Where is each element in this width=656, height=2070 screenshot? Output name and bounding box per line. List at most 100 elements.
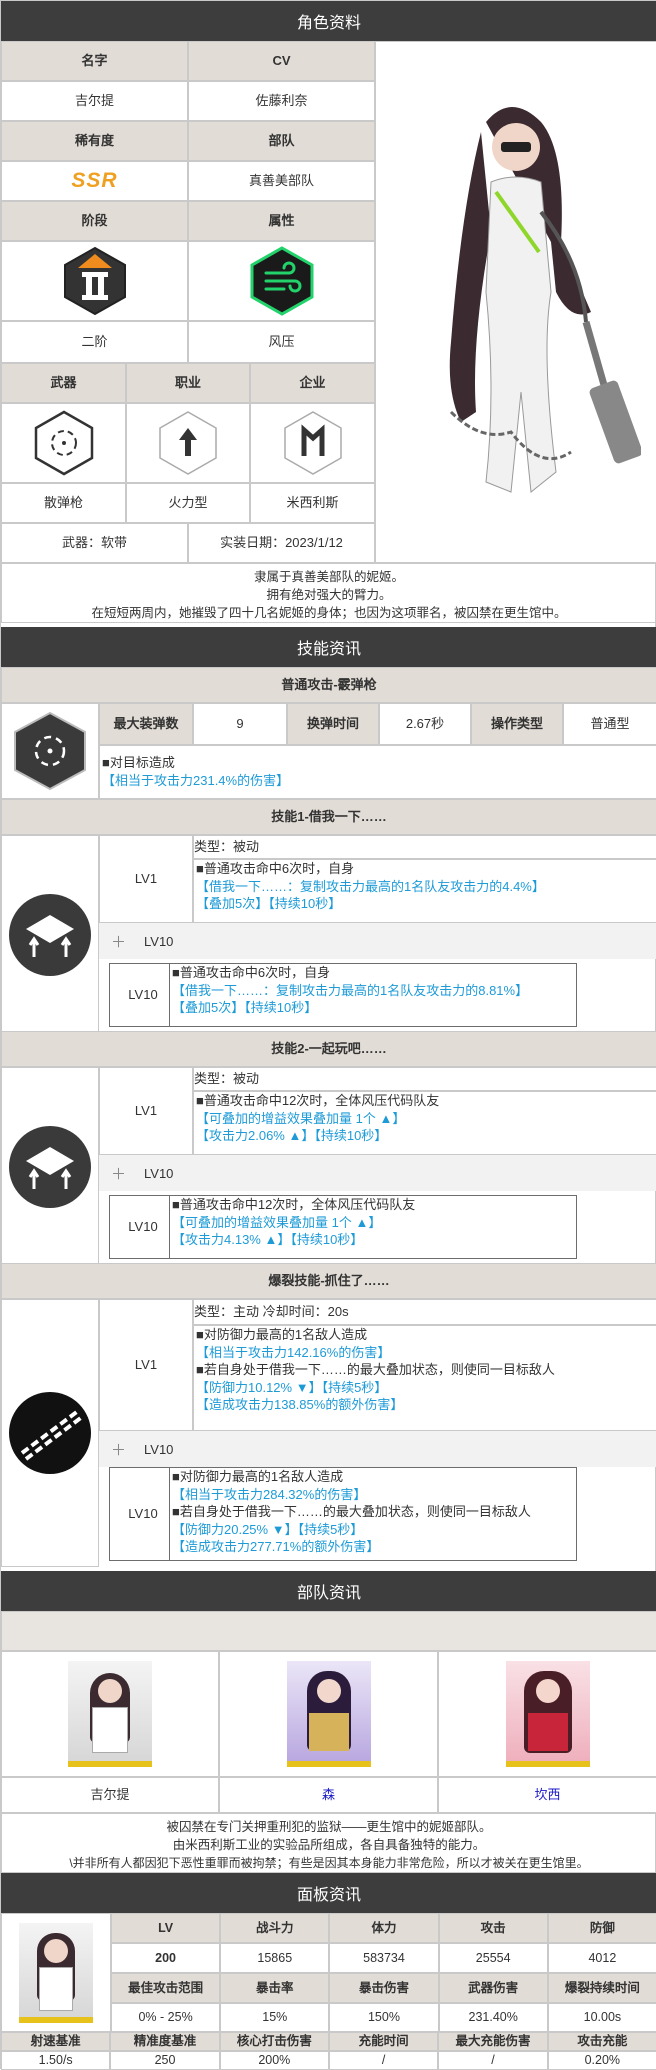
panel-portrait-cell (1, 1913, 111, 2032)
skill1-b1: ■普通攻击命中6次时，自身 (172, 965, 331, 980)
normal-effect-line-2: 【相当于攻击力231.4%的伤害】 (102, 773, 290, 788)
stat-header: 防御 (547, 1913, 656, 1943)
member-card-3[interactable] (438, 1651, 656, 1777)
stat-header: 攻击充能 (547, 2032, 656, 2051)
burst-b1: ■对防御力最高的1名敌人造成 (172, 1469, 344, 1484)
corp-header: 企业 (250, 363, 375, 403)
team-desc-1: 被囚禁在专门关押重刑犯的监狱——更生馆中的妮姬部队。 (166, 1820, 492, 1834)
burst-icon-cell (1, 1299, 99, 1567)
team-description: 被囚禁在专门关押重刑犯的监狱——更生馆中的妮姬部队。 由米西利斯工业的实验品所组… (1, 1813, 656, 1873)
skill1-a3: 【叠加5次】【持续10秒】 (196, 896, 342, 912)
skill1-a2: 【借我一下……：复制攻击力最高的1名队友攻击力的4.4%】 (196, 878, 545, 894)
stat-header: 射速基准 (1, 2032, 111, 2051)
character-illustration (449, 107, 641, 493)
skill1-b2: 【借我一下……：复制攻击力最高的1名队友攻击力的8.81%】 (172, 982, 529, 998)
stat-value: 150% (329, 2003, 439, 2032)
stat-header: 攻击 (438, 1913, 548, 1943)
member-card-1[interactable] (1, 1651, 219, 1777)
member-name-2[interactable]: 森 (219, 1777, 438, 1813)
job-icon-cell (126, 403, 250, 483)
skill1-lv10-toggle[interactable]: ＋ LV10 (99, 923, 656, 959)
expand-icon: ＋ (111, 933, 127, 951)
attribute-value: 风压 (188, 321, 375, 363)
stat-value: 231.40% (438, 2003, 548, 2032)
member-card-2[interactable] (219, 1651, 438, 1777)
skill2-lv10-toggle-label: LV10 (144, 1165, 174, 1181)
burst-lv1-effect: ■对防御力最高的1名敌人造成 【相当于攻击力142.16%的伤害】 ■若自身处于… (193, 1325, 656, 1431)
expand-icon: ＋ (111, 1441, 127, 1459)
skill1-lv1-label: LV1 (99, 835, 193, 923)
normal-attack-icon-cell (1, 703, 99, 799)
skill1-lv10-toggle-label: LV10 (144, 933, 174, 949)
operation-value: 普通型 (563, 703, 656, 745)
skill2-title: 技能2-一起玩吧…… (1, 1031, 656, 1067)
arm-weapon: 武器：软带 (1, 523, 188, 563)
desc-line-3: 在短短两周内，她摧毁了四十几名妮姬的身体；也因为这项罪名，被囚禁在更生馆中。 (91, 606, 567, 620)
stat-header: LV (111, 1913, 221, 1943)
stat-value: 4012 (547, 1943, 656, 1973)
copy-buff-icon (9, 894, 91, 976)
name-value: 吉尔提 (1, 81, 188, 121)
burst-lv10-toggle[interactable]: ＋ LV10 (99, 1431, 656, 1467)
release-date: 实装日期：2023/1/12 (188, 523, 375, 563)
character-page: 角色资料 名字 CV 吉尔提 佐藤利奈 稀有度 部队 SSR 真善美部队 阶段 … (0, 0, 656, 2070)
attribute-icon-cell (188, 241, 375, 321)
stat-value: 250 (110, 2051, 220, 2070)
skill2-a1: ■普通攻击命中12次时，全体风压代码队友 (196, 1093, 440, 1108)
skill2-a2: 【可叠加的增益效果叠加量 1个 ▲】 (196, 1110, 406, 1126)
desc-line-1: 隶属于真善美部队的妮姬。 (253, 570, 404, 584)
chain-icon (9, 1392, 91, 1474)
desc-line-2: 拥有绝对强大的臂力。 (266, 588, 392, 602)
burst-type: 类型：主动 冷却时间：20s (193, 1299, 656, 1325)
stat-value: 583734 (329, 1943, 439, 1973)
stat-header: 核心打击伤害 (219, 2032, 329, 2051)
skills-title: 技能资讯 (1, 627, 656, 667)
skill1-lv10-effect: ■普通攻击命中6次时，自身 【借我一下……：复制攻击力最高的1名队友攻击力的8.… (169, 963, 577, 1027)
profile-title: 角色资料 (1, 1, 656, 41)
panel-portrait (19, 1922, 93, 2023)
member-name-3[interactable]: 坎西 (438, 1777, 656, 1813)
normal-attack-title: 普通攻击-霰弹枪 (1, 667, 656, 703)
stat-header: 战斗力 (220, 1913, 330, 1943)
profile-description: 隶属于真善美部队的妮姬。 拥有绝对强大的臂力。 在短短两周内，她摧毁了四十几名妮… (1, 563, 656, 623)
corp-value: 米西利斯 (250, 483, 375, 523)
weapon-value: 散弹枪 (1, 483, 126, 523)
skill1-lv1-effect: ■普通攻击命中6次时，自身 【借我一下……：复制攻击力最高的1名队友攻击力的4.… (193, 859, 656, 923)
burst-b5: 【造成攻击力277.71%的额外伤害】 (172, 1539, 380, 1555)
expand-icon: ＋ (111, 1165, 127, 1183)
burst-a3: ■若自身处于借我一下……的最大叠加状态，则使同一目标敌人 (196, 1362, 555, 1378)
ammo-value: 9 (193, 703, 287, 745)
member-portrait-2 (286, 1661, 371, 1767)
operation-header: 操作类型 (471, 703, 563, 745)
rarity-cell: SSR (1, 161, 188, 201)
panel-title: 面板资讯 (1, 1873, 656, 1913)
corp-icon-cell (250, 403, 375, 483)
stat-header: 武器伤害 (438, 1973, 548, 2003)
skill1-icon-cell (1, 835, 99, 1035)
skill1-b3: 【叠加5次】【持续10秒】 (172, 1000, 318, 1016)
skill2-lv10-effect: ■普通攻击命中12次时，全体风压代码队友 【可叠加的增益效果叠加量 1个 ▲】 … (169, 1195, 577, 1259)
skill1-title: 技能1-借我一下…… (1, 799, 656, 835)
burst-b4: 【防御力20.25% ▼】【持续5秒】 (172, 1521, 364, 1537)
wind-icon (250, 246, 313, 316)
member-name-1: 吉尔提 (1, 1777, 219, 1813)
character-portrait (375, 41, 656, 563)
skill2-lv1-label: LV1 (99, 1067, 193, 1155)
squad-value: 真善美部队 (188, 161, 375, 201)
skill1-lv10-label: LV10 (109, 963, 177, 1027)
burst-lv1-label: LV1 (99, 1299, 193, 1431)
burst-b2: 【相当于攻击力284.32%的伤害】 (172, 1486, 367, 1502)
stat-header: 精准度基准 (110, 2032, 220, 2051)
skill2-lv10-toggle[interactable]: ＋ LV10 (99, 1155, 656, 1191)
skill2-type: 类型：被动 (193, 1067, 656, 1091)
burst-a1: ■对防御力最高的1名敌人造成 (196, 1327, 368, 1342)
stat-header: 暴击伤害 (329, 1973, 439, 2003)
firepower-icon (159, 411, 217, 475)
shotgun-skill-icon (14, 711, 86, 791)
burst-b3: ■若自身处于借我一下……的最大叠加状态，则使同一目标敌人 (172, 1504, 531, 1520)
stat-value: 0% - 25% (111, 2003, 221, 2032)
normal-effect-line-1: ■对目标造成 (102, 755, 175, 771)
squad-header: 部队 (188, 121, 375, 161)
member-portrait-1 (68, 1661, 152, 1767)
normal-attack-effect: ■对目标造成 【相当于攻击力231.4%的伤害】 (99, 745, 656, 799)
